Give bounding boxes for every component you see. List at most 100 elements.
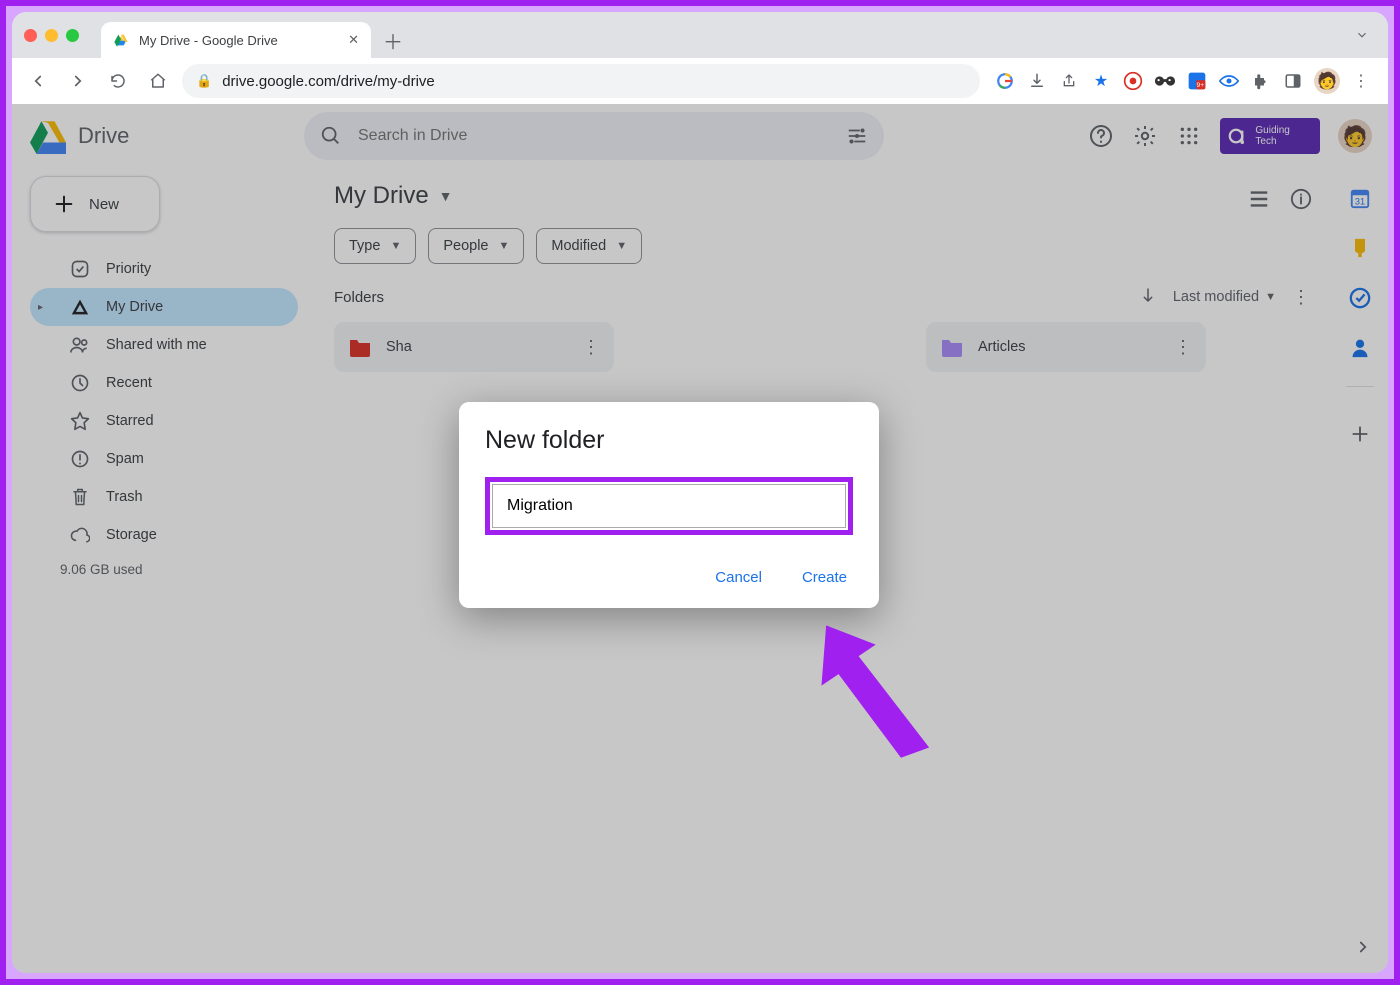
section-label: Folders [334,289,384,306]
folder-more-button[interactable]: ⋮ [582,337,600,358]
arrow-left-icon [29,72,47,90]
sidepanel-toggle-icon[interactable] [1282,70,1304,92]
cancel-button[interactable]: Cancel [709,561,768,594]
sidebar-item-shared[interactable]: Shared with me [30,326,298,364]
help-button[interactable] [1088,123,1114,149]
breadcrumb[interactable]: My Drive ▼ [334,182,1310,210]
addons-button[interactable] [1348,422,1372,446]
apps-grid-icon [1179,126,1199,146]
browser-menu-button[interactable]: ⋮ [1350,70,1372,92]
folder-icon [348,337,372,357]
breadcrumb-label: My Drive [334,182,429,210]
sidebar-item-starred[interactable]: Starred [30,402,298,440]
side-panel-collapse-button[interactable] [1354,938,1372,961]
sidebar-item-priority[interactable]: Priority [30,250,298,288]
sidebar-item-spam[interactable]: Spam [30,440,298,478]
search-options-icon[interactable] [846,125,868,147]
url-text: drive.google.com/drive/my-drive [222,73,435,90]
google-side-panel: 31 [1332,168,1388,973]
extensions-puzzle-icon[interactable] [1250,70,1272,92]
sidebar-item-recent[interactable]: Recent [30,364,298,402]
filter-modified[interactable]: Modified▼ [536,228,642,264]
window-controls [24,29,79,42]
folder-more-button[interactable]: ⋮ [1174,337,1192,358]
sort-direction-button[interactable] [1139,286,1157,308]
download-icon[interactable] [1026,70,1048,92]
more-options-button[interactable]: ⋮ [1292,287,1310,308]
drive-triangle-icon [70,297,90,317]
reload-button[interactable] [102,65,134,97]
folder-name: Sha [386,339,412,355]
lock-icon: 🔒 [196,73,212,89]
dialog-title: New folder [485,426,853,455]
calendar-panel-button[interactable]: 31 [1348,186,1372,210]
create-button[interactable]: Create [796,561,853,594]
search-icon [320,125,342,147]
google-apps-button[interactable] [1176,123,1202,149]
window-minimize-button[interactable] [45,29,58,42]
drive-header-actions: Guiding Tech 🧑 [1088,118,1372,154]
chevron-down-icon [1355,28,1369,42]
bookmark-star-icon[interactable]: ★ [1090,70,1112,92]
drive-logo[interactable]: Drive [28,118,288,154]
drive-app-name: Drive [78,123,129,149]
sort-field-button[interactable]: Last modified ▼ [1173,289,1276,305]
chevron-right-icon [1354,938,1372,956]
org-badge[interactable]: Guiding Tech [1220,118,1320,154]
folder-card[interactable]: Articles ⋮ [926,322,1206,372]
home-button[interactable] [142,65,174,97]
caret-down-icon: ▼ [498,240,509,252]
sidebar-item-label: Starred [106,413,154,429]
org-badge-label: Guiding Tech [1255,125,1312,147]
details-button[interactable] [1290,188,1312,215]
browser-tab[interactable]: My Drive - Google Drive ✕ [101,22,371,58]
settings-button[interactable] [1132,123,1158,149]
nav-forward-button[interactable] [62,65,94,97]
sidebar-item-label: Shared with me [106,337,207,353]
contacts-panel-button[interactable] [1348,336,1372,360]
calendar-icon: 31 [1349,187,1371,209]
folder-icon [940,337,964,357]
plus-icon [1350,424,1370,444]
share-icon[interactable] [1058,70,1080,92]
window-close-button[interactable] [24,29,37,42]
sidebar-item-label: Recent [106,375,152,391]
tasks-panel-button[interactable] [1348,286,1372,310]
extension-glasses-icon[interactable] [1154,70,1176,92]
main-view-controls [1248,188,1312,215]
filter-people[interactable]: People▼ [428,228,524,264]
new-tab-button[interactable]: ＋ [379,26,407,54]
sidebar-item-trash[interactable]: Trash [30,478,298,516]
new-button[interactable]: New [30,176,160,232]
keep-panel-button[interactable] [1348,236,1372,260]
window-zoom-button[interactable] [66,29,79,42]
sidebar-item-my-drive[interactable]: ▸ My Drive [30,288,298,326]
section-header: Folders Last modified ▼ ⋮ [334,286,1310,308]
nav-back-button[interactable] [22,65,54,97]
folder-card[interactable]: Sha ⋮ [334,322,614,372]
tab-close-icon[interactable]: ✕ [348,32,359,48]
sort-controls: Last modified ▼ ⋮ [1139,286,1310,308]
filter-type[interactable]: Type▼ [334,228,416,264]
address-bar[interactable]: 🔒 drive.google.com/drive/my-drive [182,64,980,98]
reload-icon [109,72,127,90]
sidebar-item-label: Spam [106,451,144,467]
annotation-highlight [485,477,853,535]
storage-used-text: 9.06 GB used [30,554,298,577]
extension-eye-icon[interactable] [1218,70,1240,92]
account-avatar[interactable]: 🧑 [1338,119,1372,153]
trash-icon [70,487,90,507]
extension-badge-icon[interactable]: 9+ [1186,70,1208,92]
search-input[interactable] [356,126,832,146]
sidebar-item-label: Priority [106,261,151,277]
drive-search[interactable] [304,112,884,160]
browser-tabstrip: My Drive - Google Drive ✕ ＋ [12,12,1388,58]
sidebar-item-storage[interactable]: Storage [30,516,298,554]
dialog-actions: Cancel Create [485,561,853,594]
folder-name-input[interactable] [492,484,846,528]
chrome-profile-avatar[interactable]: 🧑 [1314,68,1340,94]
google-search-icon[interactable] [994,70,1016,92]
list-view-button[interactable] [1248,188,1270,215]
tabs-dropdown-button[interactable] [1348,21,1376,49]
extension-adblock-icon[interactable] [1122,70,1144,92]
